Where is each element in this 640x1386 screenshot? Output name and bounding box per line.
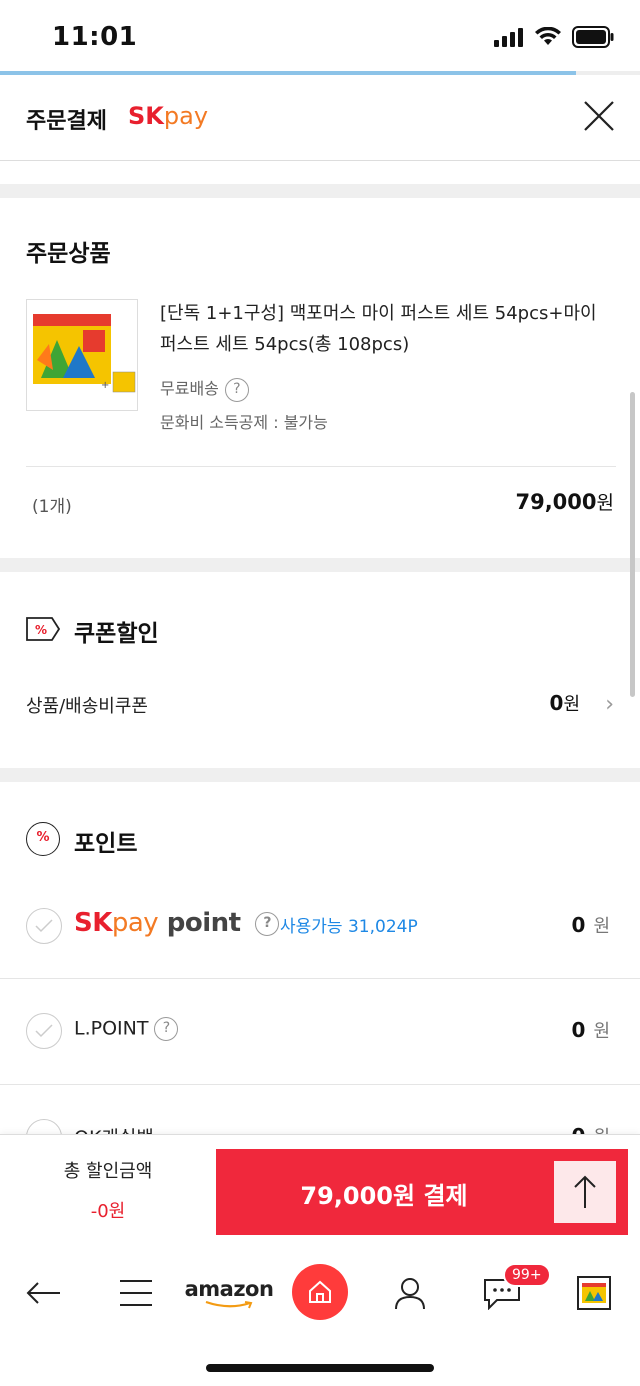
- checkout-header: 주문결제 SKpay: [0, 75, 640, 161]
- pay-button-label: 79,000원 결제: [300, 1182, 468, 1210]
- lpoint-label: L.POINT?: [74, 1017, 179, 1041]
- hamburger-icon: [120, 1280, 152, 1306]
- percent-circle-icon: %: [26, 822, 60, 856]
- product-image: +: [27, 300, 137, 410]
- skpay-point-value[interactable]: 0원: [572, 912, 610, 938]
- wifi-icon: [535, 27, 561, 45]
- page-title: 주문결제: [26, 109, 107, 134]
- help-icon[interactable]: ?: [224, 377, 249, 402]
- shipping-info: 무료배송?: [160, 375, 249, 402]
- close-icon[interactable]: [582, 99, 616, 133]
- section-divider: [0, 558, 640, 572]
- help-icon[interactable]: ?: [154, 1017, 179, 1041]
- scrollbar[interactable]: [630, 392, 635, 697]
- cellular-signal-icon: [494, 28, 523, 47]
- amazon-logo: amazon: [184, 1277, 274, 1301]
- chevron-right-icon[interactable]: ›: [605, 692, 614, 717]
- point-row-lpoint[interactable]: L.POINT? 0원: [0, 979, 640, 1084]
- product-thumbnail[interactable]: +: [26, 299, 138, 411]
- coupon-icon: %: [26, 617, 60, 641]
- amazon-button[interactable]: amazon: [184, 1268, 274, 1318]
- payment-bar: 총 할인금액 -0원 79,000원 결제: [0, 1134, 640, 1246]
- svg-text:%: %: [35, 623, 47, 637]
- available-points: 사용가능 31,024P: [280, 917, 418, 937]
- scroll-to-top-button[interactable]: [554, 1161, 616, 1223]
- recent-product-button[interactable]: [564, 1268, 624, 1318]
- coupon-amount[interactable]: 0원: [550, 690, 580, 716]
- product-price: 79,000원: [515, 490, 614, 514]
- section-divider: [0, 768, 640, 782]
- home-icon: [309, 1280, 331, 1303]
- arrow-left-icon: [26, 1282, 60, 1304]
- menu-button[interactable]: [106, 1268, 166, 1318]
- svg-text:+: +: [101, 380, 109, 391]
- status-time: 11:01: [52, 22, 138, 52]
- back-button[interactable]: [14, 1268, 74, 1318]
- total-discount-label: 총 할인금액: [63, 1161, 153, 1182]
- battery-icon: [572, 26, 614, 48]
- status-icons: [494, 26, 614, 48]
- check-icon: [35, 1024, 53, 1038]
- coupon-section-title: 쿠폰할인: [74, 621, 159, 647]
- my-page-button[interactable]: [380, 1268, 440, 1318]
- help-icon[interactable]: ?: [255, 911, 280, 936]
- total-discount-value: -0원: [90, 1201, 126, 1222]
- points-section-title: 포인트: [74, 831, 138, 857]
- pay-button[interactable]: 79,000원 결제: [216, 1149, 628, 1235]
- lpoint-value[interactable]: 0원: [572, 1017, 610, 1043]
- recent-product-thumbnail: [577, 1276, 611, 1310]
- order-section-title: 주문상품: [26, 241, 111, 267]
- user-icon: [395, 1278, 425, 1310]
- section-divider: [0, 184, 640, 198]
- coupon-row-label[interactable]: 상품/배송비쿠폰: [26, 692, 148, 718]
- tax-deduction-info: 문화비 소득공제 : 불가능: [160, 413, 328, 432]
- quantity: (1개): [32, 497, 72, 517]
- product-name[interactable]: [단독 1+1구성] 맥포머스 마이 퍼스트 세트 54pcs+마이 퍼스트 세…: [160, 298, 600, 360]
- skpay-logo: SKpay: [128, 102, 209, 130]
- checkbox-circle[interactable]: [26, 1013, 62, 1049]
- notification-badge: 99+: [503, 1263, 551, 1287]
- home-indicator: [206, 1364, 434, 1372]
- amazon-smile-icon: [205, 1301, 253, 1309]
- checkbox-circle[interactable]: [26, 908, 62, 944]
- arrow-up-icon: [574, 1175, 596, 1208]
- status-bar: 11:01: [0, 0, 640, 72]
- home-button[interactable]: [292, 1264, 348, 1320]
- skpay-point-logo: SKpay point ?: [74, 908, 280, 938]
- check-icon: [35, 919, 53, 933]
